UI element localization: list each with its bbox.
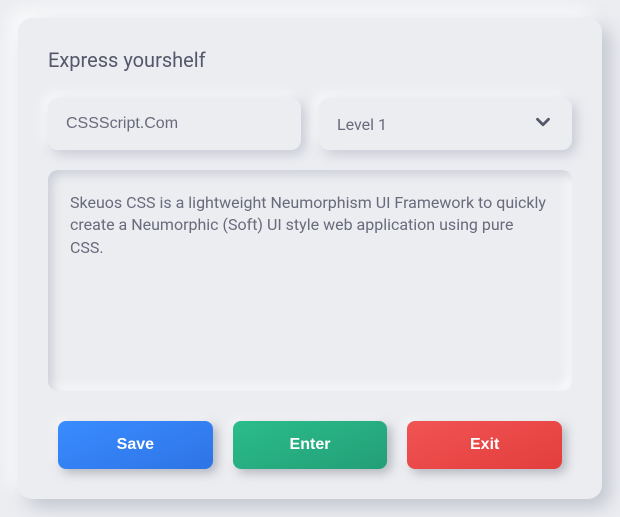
chevron-down-icon	[532, 111, 554, 137]
save-button[interactable]: Save	[58, 421, 213, 469]
level-select[interactable]: Level 1	[319, 98, 572, 150]
input-row: Level 1	[48, 98, 572, 150]
description-textarea[interactable]	[48, 170, 572, 391]
exit-button[interactable]: Exit	[407, 421, 562, 469]
level-select-label: Level 1	[337, 115, 387, 134]
form-title: Express yourshelf	[48, 48, 572, 72]
button-row: Save Enter Exit	[48, 421, 572, 469]
name-input[interactable]	[48, 98, 301, 150]
form-card: Express yourshelf Level 1 Save Enter Exi…	[18, 18, 602, 499]
enter-button[interactable]: Enter	[233, 421, 388, 469]
